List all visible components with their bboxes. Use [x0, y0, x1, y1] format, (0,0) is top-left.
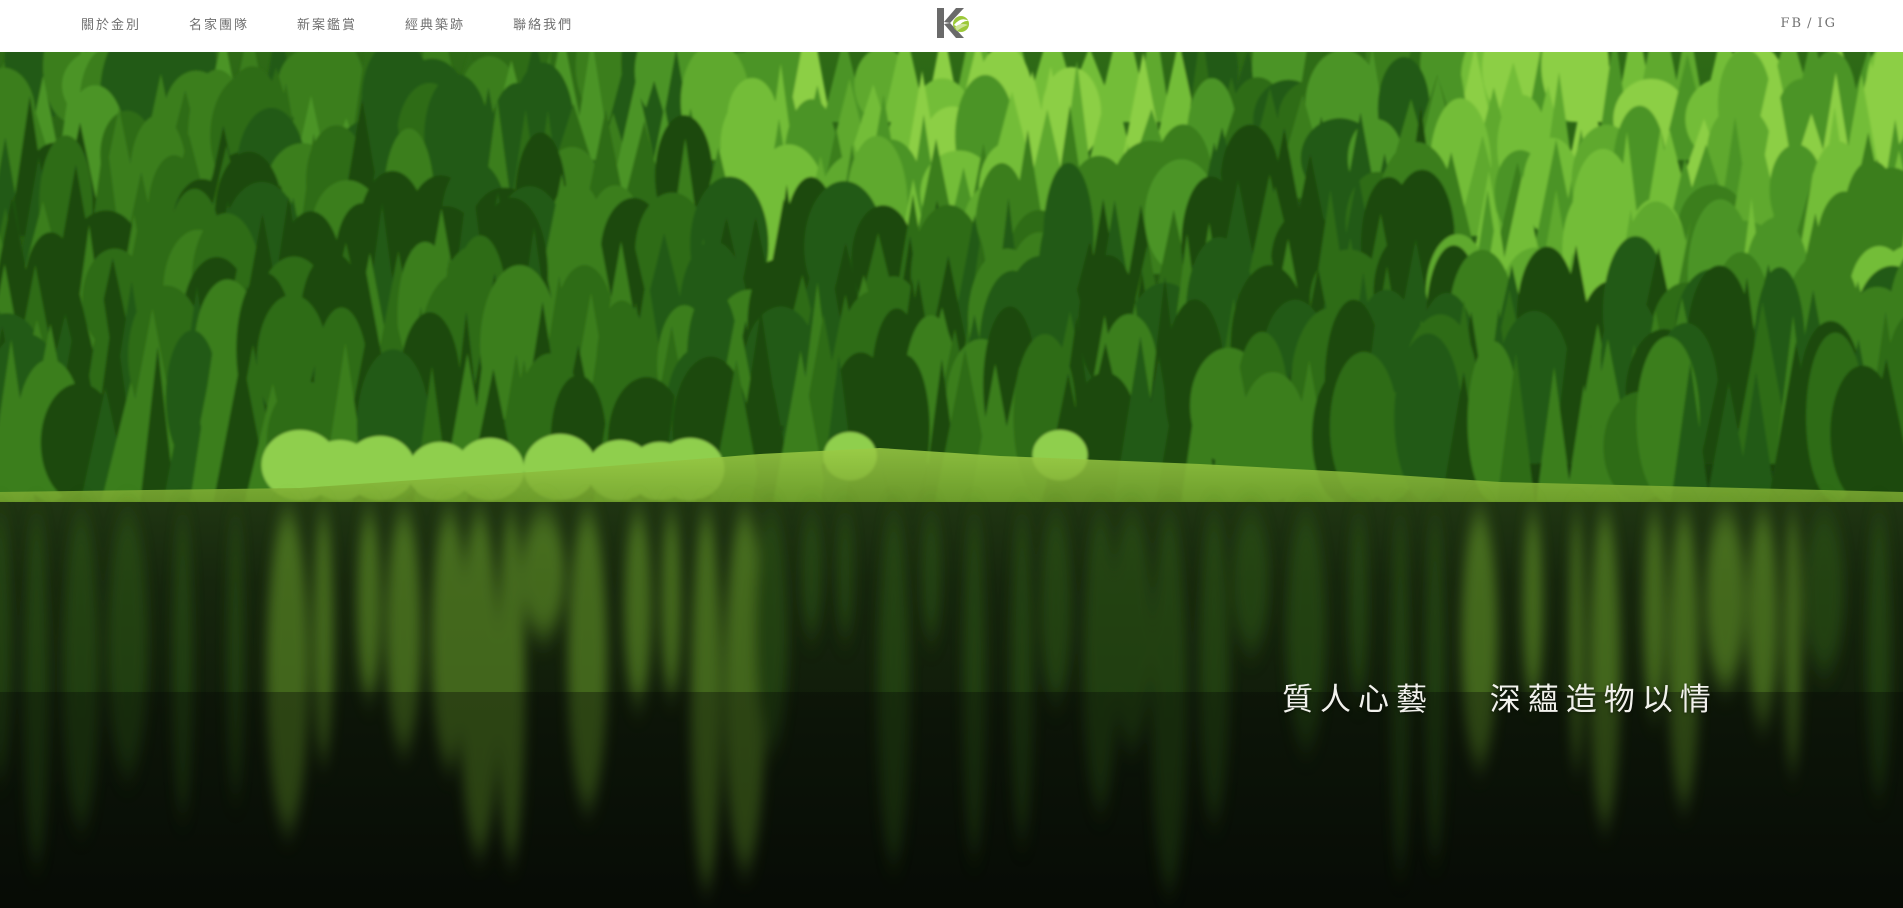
nav-contact[interactable]: 聯絡我們 — [513, 14, 573, 33]
nav-classic-works[interactable]: 經典築跡 — [405, 14, 465, 33]
tagline-part-2: 深蘊造物以情 — [1489, 682, 1718, 718]
social-links: FB / IG — [1781, 0, 1838, 46]
top-header: 關於金別 名家團隊 新案鑑賞 經典築跡 聯絡我們 FB / IG — [0, 0, 1903, 52]
forest-lake-image — [0, 52, 1903, 908]
brand-logo-icon[interactable] — [936, 7, 970, 39]
nav-new-projects[interactable]: 新案鑑賞 — [297, 14, 357, 33]
instagram-link[interactable]: IG — [1817, 16, 1837, 31]
social-separator: / — [1807, 15, 1814, 31]
tagline-part-1: 質人心藝 — [1282, 682, 1434, 718]
hero-banner: 質人心藝 深蘊造物以情 — [0, 52, 1903, 908]
nav-about[interactable]: 關於金別 — [81, 14, 141, 33]
hero-tagline: 質人心藝 深蘊造物以情 — [1282, 674, 1718, 719]
nav-team[interactable]: 名家團隊 — [189, 14, 249, 33]
facebook-link[interactable]: FB — [1781, 16, 1804, 31]
main-nav: 關於金別 名家團隊 新案鑑賞 經典築跡 聯絡我們 — [81, 0, 621, 46]
page: 關於金別 名家團隊 新案鑑賞 經典築跡 聯絡我們 FB / IG 質人心藝 深蘊… — [0, 0, 1903, 908]
